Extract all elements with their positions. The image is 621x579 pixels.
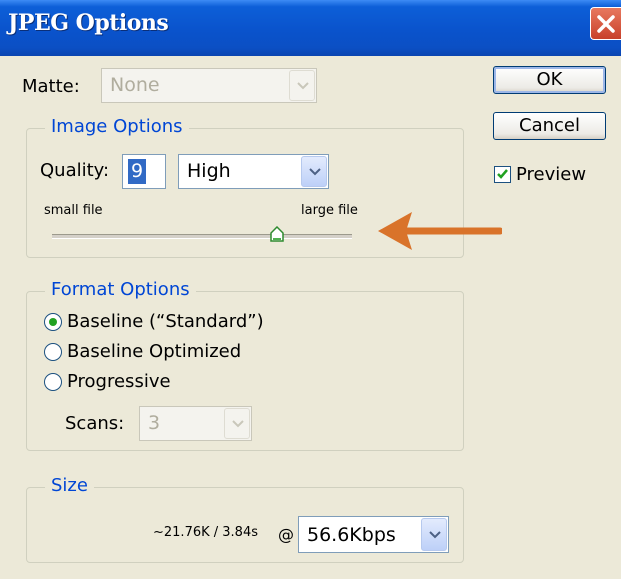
slider-min-label: small file xyxy=(44,203,103,218)
scans-select: 3 xyxy=(139,406,252,441)
at-symbol: @ xyxy=(278,525,294,544)
modem-speed-value: 56.6Kbps xyxy=(307,524,396,546)
quality-input[interactable]: 9 xyxy=(122,154,166,189)
scans-dropdown-button xyxy=(224,408,250,439)
ok-button[interactable]: OK xyxy=(493,66,606,94)
scans-value: 3 xyxy=(148,412,161,434)
slider-thumb[interactable] xyxy=(270,226,284,242)
matte-label: Matte: xyxy=(22,76,80,97)
format-options-legend: Format Options xyxy=(45,279,196,300)
radio-baseline-optimized[interactable] xyxy=(44,343,62,361)
close-icon xyxy=(597,15,615,33)
modem-speed-dropdown-button[interactable] xyxy=(421,518,447,551)
modem-speed-select[interactable]: 56.6Kbps xyxy=(298,516,449,553)
baseline-standard-label: Baseline (“Standard”) xyxy=(67,311,264,332)
chevron-down-icon xyxy=(309,167,321,175)
annotation-arrow-icon xyxy=(378,212,502,250)
radio-progressive[interactable] xyxy=(44,373,62,391)
chevron-down-icon xyxy=(232,419,244,427)
radio-baseline-standard[interactable] xyxy=(44,313,62,331)
quality-preset-value: High xyxy=(187,160,231,182)
progressive-label: Progressive xyxy=(67,371,171,392)
matte-value: None xyxy=(110,74,160,96)
close-button[interactable] xyxy=(590,7,621,40)
scans-label: Scans: xyxy=(65,413,125,434)
matte-dropdown-button xyxy=(289,70,315,101)
title-bar: JPEG Options xyxy=(0,0,621,56)
slider-max-label: large file xyxy=(301,203,358,218)
quality-preset-dropdown-button[interactable] xyxy=(301,156,327,187)
checkmark-icon xyxy=(497,169,508,179)
preview-label: Preview xyxy=(516,164,587,185)
chevron-down-icon xyxy=(297,81,309,89)
matte-select: None xyxy=(101,68,317,103)
window-title: JPEG Options xyxy=(8,10,169,36)
size-estimate: ~21.76K / 3.84s xyxy=(153,525,258,540)
baseline-optimized-label: Baseline Optimized xyxy=(67,341,242,362)
size-legend: Size xyxy=(45,475,94,496)
image-options-legend: Image Options xyxy=(45,116,189,137)
quality-preset-select[interactable]: High xyxy=(178,154,329,189)
cancel-button[interactable]: Cancel xyxy=(493,112,606,140)
chevron-down-icon xyxy=(429,530,441,538)
quality-label: Quality: xyxy=(40,160,110,181)
radio-dot xyxy=(49,318,57,326)
quality-value: 9 xyxy=(128,159,147,184)
preview-checkbox[interactable] xyxy=(494,166,511,183)
quality-slider-track[interactable] xyxy=(52,226,352,242)
